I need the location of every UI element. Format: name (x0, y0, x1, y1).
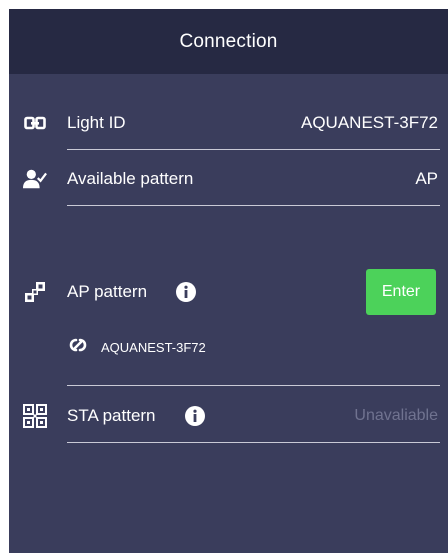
divider (67, 205, 440, 206)
light-id-row: Light ID AQUANEST-3F72 (9, 101, 448, 145)
divider (67, 385, 440, 386)
ap-pattern-row: AP pattern Enter (9, 268, 448, 316)
divider (67, 442, 440, 443)
light-id-value: AQUANEST-3F72 (301, 113, 438, 132)
page-title: Connection (179, 30, 278, 52)
sta-pattern-label: STA pattern (67, 406, 156, 425)
person-check-icon (23, 167, 47, 191)
link-icon (67, 337, 89, 358)
info-icon[interactable] (176, 282, 196, 302)
link-box-icon (23, 111, 47, 135)
sta-pattern-row: STA pattern Unavaliable (9, 394, 448, 438)
pattern-blocks-icon (23, 280, 47, 304)
enter-button[interactable]: Enter (366, 269, 436, 315)
ap-ssid-text: AQUANEST-3F72 (101, 339, 206, 355)
available-pattern-label: Available pattern (67, 169, 194, 188)
divider (67, 149, 440, 150)
sta-status-value: Unavaliable (354, 407, 438, 424)
light-id-label: Light ID (67, 113, 126, 132)
info-icon[interactable] (185, 406, 205, 426)
ap-ssid-row: AQUANEST-3F72 (67, 335, 206, 359)
network-grid-icon (23, 404, 47, 428)
connection-screen: Connection Light ID AQUANEST-3F72 Availa… (9, 9, 448, 553)
ap-pattern-label: AP pattern (67, 282, 148, 301)
header-bar: Connection (9, 9, 448, 74)
available-pattern-value: AP (415, 169, 438, 188)
available-pattern-row: Available pattern AP (9, 157, 448, 201)
